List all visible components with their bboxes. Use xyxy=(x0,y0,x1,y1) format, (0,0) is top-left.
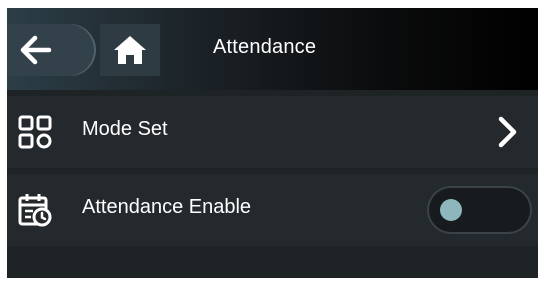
attendance-enable-toggle[interactable] xyxy=(427,186,532,234)
grid-icon xyxy=(18,115,52,149)
screen: Attendance Mode Set Attendance Enable xyxy=(7,8,538,278)
page-title: Attendance xyxy=(213,36,317,58)
calendar-clock-icon xyxy=(18,194,52,227)
back-button[interactable] xyxy=(7,24,96,76)
menu-item-label: Mode Set xyxy=(82,118,168,140)
arrow-left-icon xyxy=(20,35,52,65)
header-bar: Attendance xyxy=(7,8,538,90)
menu-item-label: Attendance Enable xyxy=(82,196,252,218)
chevron-right-icon[interactable] xyxy=(495,116,521,148)
menu-item-attendance-enable[interactable]: Attendance Enable xyxy=(7,174,538,246)
home-icon xyxy=(114,36,146,64)
toggle-knob xyxy=(440,199,462,221)
menu-item-mode-set[interactable]: Mode Set xyxy=(7,96,538,168)
home-button[interactable] xyxy=(100,24,160,76)
